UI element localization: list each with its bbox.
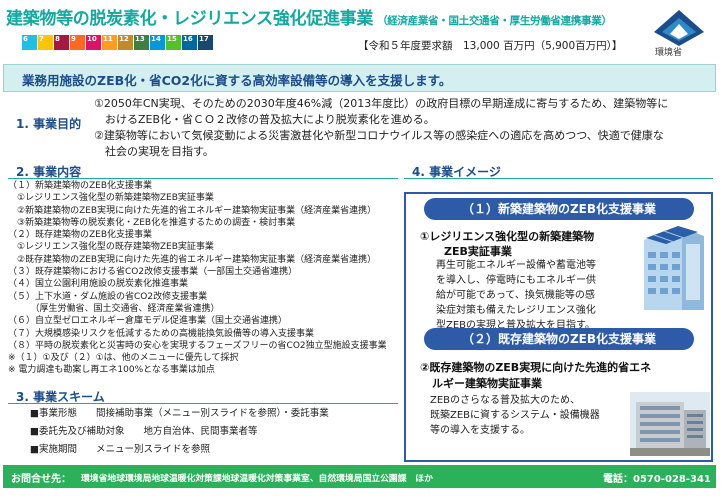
item1-line: を導入し、停電時にもエネルギー供 xyxy=(436,275,596,286)
sdg-6-icon: 6 xyxy=(22,35,37,50)
new-building-pill: （１）新築建築物のZEB化支援事業 xyxy=(424,198,694,220)
image-divider xyxy=(404,178,713,179)
budget-text: 【令和５年度要求額 13,000 百万円（5,900百万円）】 xyxy=(358,40,623,52)
item2-line: 等の導入を支援する。 xyxy=(430,425,530,436)
purpose-label: 1. 事業目的 xyxy=(16,117,82,131)
purpose-line: おけるZEB化・省ＣＯ２改修の普及拡大により脱炭素化を進める。 xyxy=(94,113,435,126)
scheme-line: ■実施期間 メニュー別スライドを参照 xyxy=(30,444,210,455)
scheme-divider xyxy=(8,403,398,404)
content-line: （１）新築建築物のZEB化支援事業 xyxy=(8,181,153,191)
sdgs-icon-row: 6 7 8 9 10 11 12 13 14 15 16 17 xyxy=(22,35,213,50)
sdg-7-icon: 7 xyxy=(38,35,53,50)
sdg-14-icon: 14 xyxy=(150,35,165,50)
item1-title: ①レジリエンス強化型の新築建築物 xyxy=(420,230,595,243)
content-line: （４）国立公園利用施設の脱炭素化推進事業 xyxy=(8,279,189,290)
page-title: 建築物等の脱炭素化・レジリエンス強化促進事業 （経済産業省・国土交通省・厚生労働省… xyxy=(6,4,612,29)
item2-text: ZEBのさらなる普及拡大のため、 既築ZEBに資するシステム・設備機器 等の導入… xyxy=(430,393,600,438)
footer-contact: 環境省地球環境局地球温暖化対策課地球温暖化対策事業室、自然環境局国立公園課 ほか xyxy=(81,474,433,484)
sdg-17-icon: 17 xyxy=(198,35,213,50)
image-panel: （１）新築建築物のZEB化支援事業 ①レジリエンス強化型の新築建築物 ZEB実証… xyxy=(404,192,713,462)
scheme-line: ■委託先及び補助対象 地方自治体、民間事業者等 xyxy=(30,426,258,437)
item2-title-cont: ルギー建築物実証事業 xyxy=(432,377,542,390)
item1-line: 給が可能であって、換気機能等の感 xyxy=(436,290,595,301)
purpose-line: ①2050年CN実現、そのための2030年度46%減（2013年度比）の政府目標… xyxy=(94,97,669,110)
sdg-8-icon: 8 xyxy=(54,35,69,50)
office-building-photo xyxy=(630,392,710,456)
content-line: ③新築建築物等の脱炭素化・ZEB化を推進するための調査・検討事業 xyxy=(8,217,296,228)
ministries-text: （経済産業省・国土交通省・厚生労働省連携事業） xyxy=(377,15,612,27)
footer-label: お問合せ先： xyxy=(11,474,71,485)
contact-footer: お問合せ先： 環境省地球環境局地球温暖化対策課地球温暖化対策事業室、自然環境局国… xyxy=(3,465,716,488)
content-line: ※（１）①及び（２）①は、他のメニューに優先して採択 xyxy=(8,353,239,364)
sdg-10-icon: 10 xyxy=(86,35,101,50)
item1-line: 染症対策も備えたレジリエンス強化 xyxy=(436,305,596,316)
sdg-13-icon: 13 xyxy=(134,35,149,50)
content-line: （８）平時の脱炭素化と災害時の安心を実現するフェーズフリーの省CO2独立型施設支… xyxy=(8,340,387,351)
logo-text: 環境省 xyxy=(655,48,683,58)
footer-phone: 電話：0570-028-341 xyxy=(603,474,711,485)
content-line: ※ 電力調達も勘案し再エネ100%となる事業は加点 xyxy=(8,365,215,376)
content-divider xyxy=(8,178,398,179)
content-line: （６）自立型ゼロエネルギー倉庫モデル促進事業（国土交通省連携） xyxy=(8,316,288,327)
item1-line: 再生可能エネルギー設備や蓄電池等 xyxy=(436,260,596,271)
solar-building-icon xyxy=(644,226,704,310)
title-text: 建築物等の脱炭素化・レジリエンス強化促進事業 xyxy=(6,9,374,29)
item2-line: 既築ZEBに資するシステム・設備機器 xyxy=(430,410,600,421)
content-line: （５）上下水道・ダム施設の省CO2改修支援事業 xyxy=(8,291,208,302)
purpose-text: ①2050年CN実現、そのための2030年度46%減（2013年度比）の政府目標… xyxy=(94,96,694,160)
content-line: ①レジリエンス強化型の既存建築物ZEB実証事業 xyxy=(8,242,214,253)
content-line: ②新築建築物のZEB実現に向けた先進的省エネルギー建築物実証事業（経済産業省連携… xyxy=(8,205,377,216)
content-line: （７）大規模感染リスクを低減するための高機能換気設備等の導入支援事業 xyxy=(8,328,315,339)
content-line: ①レジリエンス強化型の新築建築物ZEB実証事業 xyxy=(8,193,214,204)
sdg-9-icon: 9 xyxy=(70,35,85,50)
item2-title: ②既存建築物のZEB実現に向けた先進的省エネ xyxy=(420,361,652,374)
banner-text: 業務用施設のZEB化・省CO2化に資する高効率設備等の導入を支援します。 xyxy=(22,73,452,88)
sdg-15-icon: 15 xyxy=(166,35,181,50)
sdg-16-icon: 16 xyxy=(182,35,197,50)
item2-line: ZEBのさらなる普及拡大のため、 xyxy=(430,395,581,406)
purpose-line: 社会の実現を目指す。 xyxy=(94,145,214,158)
content-line: （３）既存建築物における省CO2改修支援事業（一部国土交通省連携） xyxy=(8,267,298,278)
sdg-11-icon: 11 xyxy=(102,35,117,50)
content-line: ②既存建築物のZEB実現に向けた先進的省エネルギー建築物実証事業（経済産業省連携… xyxy=(8,254,377,265)
item1-title-cont: ZEB実証事業 xyxy=(444,245,512,258)
sdg-12-icon: 12 xyxy=(118,35,133,50)
item1-text: 再生可能エネルギー設備や蓄電池等 を導入し、停電時にもエネルギー供 給が可能であ… xyxy=(436,258,596,333)
scheme-list: ■事業形態 間接補助事業（メニュー別スライドを参照）・委託事業 ■委託先及び補助… xyxy=(30,405,329,459)
content-line: （２）既存建築物のZEB化支援事業 xyxy=(8,230,153,241)
content-list: （１）新築建築物のZEB化支援事業 ①レジリエンス強化型の新築建築物ZEB実証事… xyxy=(8,180,408,377)
purpose-line: ②建築物等において気候変動による災害激甚化や新型コロナウイルス等の感染症への適応… xyxy=(94,129,664,142)
headline-banner: 業務用施設のZEB化・省CO2化に資する高効率設備等の導入を支援します。 xyxy=(3,64,716,92)
scheme-line: ■事業形態 間接補助事業（メニュー別スライドを参照）・委託事業 xyxy=(30,408,329,419)
existing-building-pill: （２）既存建築物のZEB化支援事業 xyxy=(424,328,694,350)
content-line: （厚生労働省、国土交通省、経済産業省連携） xyxy=(8,303,220,314)
